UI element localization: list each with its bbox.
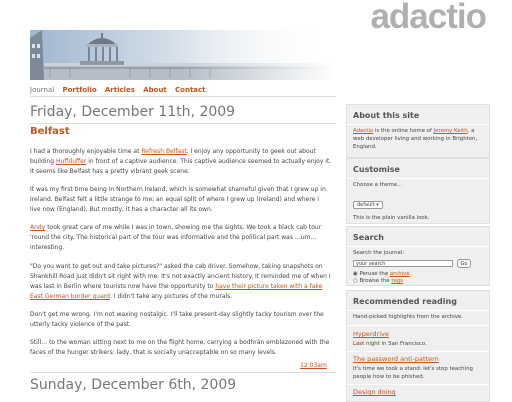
search-title: Search: [353, 233, 384, 242]
text: It was my first time being in Northern I…: [30, 186, 326, 193]
text: Still… to the woman sitting next to me o…: [30, 339, 330, 346]
theme-label: Choose a theme...: [353, 182, 403, 188]
text: Shankhill Road just didn't sit right wit…: [30, 273, 331, 280]
paragraph-4: "Do you want to get out and take picture…: [30, 262, 336, 302]
text: was last in Berlin where tourists now ha…: [30, 283, 216, 290]
tags-link[interactable]: tags: [391, 278, 403, 284]
archive-link[interactable]: archive: [390, 271, 410, 277]
reading-item-2: The password anti-pattern: [353, 355, 483, 363]
theme-note: This is the plain vanilla look.: [353, 215, 430, 221]
fake-border-guard-link[interactable]: have their picture taken with a fake: [215, 283, 322, 290]
paragraph-2: It was my first time being in Northern I…: [30, 185, 336, 215]
box-divider: [347, 124, 489, 125]
chevron-down-icon: ▾: [376, 202, 379, 208]
reading-link-design-doing[interactable]: Design doing: [353, 388, 396, 396]
search-input[interactable]: your search: [353, 260, 453, 267]
reading-title: Recommended reading: [353, 297, 457, 306]
customise-title: Customise: [353, 165, 400, 174]
text: I had a thoroughly enjoyable time at: [30, 148, 142, 155]
text: Browse the: [359, 278, 392, 284]
theme-select[interactable]: default ▾: [353, 201, 383, 209]
post-date-2: Sunday, December 6th, 2009: [30, 377, 237, 393]
search-go-button[interactable]: Go: [457, 259, 471, 268]
page: adactio Journal Portfolio Articles About…: [0, 0, 512, 402]
nav-item-articles[interactable]: Articles: [105, 86, 135, 94]
reading-item-3: Design doing: [353, 388, 483, 396]
text: took great care of me while I was in tow…: [45, 224, 322, 231]
date-divider: [30, 123, 336, 124]
radio-icon[interactable]: ○: [353, 278, 358, 284]
post-title[interactable]: Belfast: [30, 126, 70, 137]
reading-link-hyperdrive[interactable]: Hyperdrive: [353, 330, 389, 338]
about-text: Adactio is the online home of Jeremy Kei…: [353, 127, 483, 151]
text: It seems like Belfast has a pretty vibra…: [30, 168, 190, 175]
huffduffer-link[interactable]: Huffduffer: [56, 158, 86, 165]
search-options: ◉ Peruse the archive ○ Browse the tags: [353, 271, 483, 285]
text: , a: [467, 128, 475, 134]
nav-item-contact[interactable]: Contact: [175, 86, 206, 94]
reading-box: Recommended reading Hand-picked highligh…: [346, 290, 490, 402]
paragraph-5: Don't get me wrong. I'm not waxing nosta…: [30, 310, 336, 330]
post-title-link[interactable]: Belfast: [30, 126, 70, 137]
reading-intro: Hand-picked highlights from the archive.: [353, 314, 463, 320]
search-label: Search the journal:: [353, 250, 405, 256]
text: people how to be phished.: [353, 374, 425, 380]
box-divider: [347, 325, 489, 326]
adactio-link[interactable]: Adactio: [353, 128, 373, 134]
box-divider: [347, 246, 489, 247]
theme-select-value: default: [357, 202, 375, 208]
text: . I enjoy any opportunity to geek out ab…: [186, 148, 316, 155]
text: England.: [353, 144, 377, 150]
radio-icon[interactable]: ◉: [353, 271, 358, 277]
reading-link-password[interactable]: The password anti-pattern: [353, 355, 439, 363]
box-divider: [347, 351, 489, 352]
text: . I didn't take any pictures of the mura…: [109, 293, 233, 300]
text: is the online home of: [373, 128, 434, 134]
text: Ireland. Belfast felt a little strange t…: [30, 196, 320, 203]
paragraph-6: Still… to the woman sitting next to me o…: [30, 338, 336, 358]
fake-border-guard-link-2[interactable]: East German border guard: [30, 293, 110, 300]
text: "Do you want to get out and take picture…: [30, 263, 323, 270]
nav-divider: [30, 96, 336, 97]
text: Peruse the: [359, 271, 390, 277]
reading-desc-2: It's time we took a stand: let's stop te…: [353, 365, 483, 381]
nav-item-journal[interactable]: Journal: [30, 86, 54, 94]
text: faces of the hunger strikers: lady, that…: [30, 349, 277, 356]
text: It's time we took a stand: let's stop te…: [353, 366, 473, 372]
refresh-belfast-link[interactable]: Refresh Belfast: [141, 148, 186, 155]
paragraph-1: I had a thoroughly enjoyable time at Ref…: [30, 147, 336, 177]
box-divider: [347, 178, 489, 179]
paragraph-3: Andy took great care of me while I was i…: [30, 223, 336, 253]
reading-desc-1: Last night in San Francisco.: [353, 341, 427, 347]
andy-link[interactable]: Andy: [30, 224, 45, 231]
text: building: [30, 158, 56, 165]
site-logo[interactable]: adactio: [370, 0, 487, 36]
text: web developer living and working in Brig…: [353, 136, 478, 142]
box-divider: [347, 310, 489, 311]
about-title: About this site: [353, 111, 420, 120]
text: Don't get me wrong. I'm not waxing nosta…: [30, 311, 324, 318]
text: interesting.: [30, 244, 65, 251]
search-box: Search Search the journal: your search G…: [346, 226, 490, 286]
nav-item-about[interactable]: About: [143, 86, 167, 94]
box-divider: [347, 384, 489, 385]
about-box: About this site Adactio is the online ho…: [346, 104, 490, 158]
post-permalink-time[interactable]: 12:03am: [300, 362, 327, 369]
nav-item-portfolio[interactable]: Portfolio: [62, 86, 96, 94]
reading-item-1: Hyperdrive: [353, 330, 483, 338]
customise-box: Customise Choose a theme... default ▾ Th…: [346, 158, 490, 224]
jeremy-keith-link[interactable]: Jeremy Keith: [434, 128, 468, 134]
header-banner-image: [30, 30, 336, 80]
main-nav: Journal Portfolio Articles About Contact: [30, 86, 212, 94]
text: in front of a captive audience. This cap…: [86, 158, 332, 165]
post-divider: [30, 372, 336, 373]
search-row: your search Go: [347, 259, 489, 270]
text: utterly tacky violence of the past.: [30, 321, 132, 328]
post-date: Friday, December 11th, 2009: [30, 104, 236, 120]
text: 'round the city. The historical part of …: [30, 234, 317, 241]
text: live now (England). But mostly, it has a…: [30, 206, 213, 213]
